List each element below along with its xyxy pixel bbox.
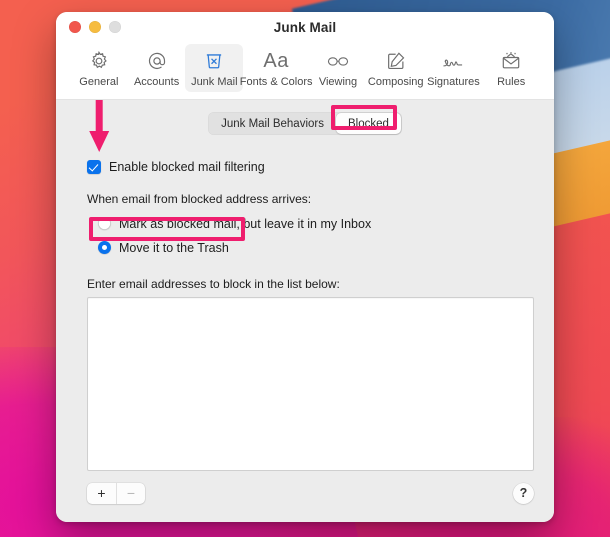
- gear-icon: [88, 48, 110, 74]
- toolbar-label-viewing: Viewing: [318, 76, 358, 88]
- at-sign-icon: [146, 48, 168, 74]
- blocked-addresses-list[interactable]: [87, 297, 534, 471]
- enable-blocked-mail-filtering-checkbox[interactable]: [87, 160, 101, 174]
- add-remove-button-group: + −: [87, 482, 145, 504]
- toolbar-item-accounts[interactable]: Accounts: [128, 44, 186, 92]
- window-title: Junk Mail: [273, 19, 337, 35]
- toolbar-label-composing: Composing: [367, 76, 424, 88]
- toolbar-label-rules: Rules: [497, 76, 526, 88]
- toolbar-item-junk-mail[interactable]: Junk Mail: [185, 44, 244, 92]
- toolbar-item-composing[interactable]: Composing: [367, 44, 425, 92]
- signature-icon: [440, 48, 466, 74]
- enable-blocked-mail-filtering-row[interactable]: Enable blocked mail filtering: [87, 160, 534, 174]
- envelope-rules-icon: [500, 48, 522, 74]
- tab-label-blocked: Blocked: [347, 117, 389, 130]
- remove-address-button[interactable]: −: [116, 482, 145, 504]
- move-to-trash-label: Move it to the Trash: [119, 240, 229, 255]
- tab-bar: Junk Mail Behaviors Blocked: [76, 100, 534, 135]
- junk-mail-preferences-window: Junk Mail General Accounts Junk Mail Aa …: [56, 12, 554, 522]
- toolbar-label-general: General: [79, 76, 119, 88]
- blocked-address-prompt: When email from blocked address arrives:: [87, 192, 312, 206]
- glasses-icon: [325, 48, 351, 74]
- enable-blocked-mail-filtering-label: Enable blocked mail filtering: [109, 160, 265, 174]
- toolbar-item-rules[interactable]: Rules: [482, 44, 540, 92]
- add-address-button[interactable]: +: [87, 483, 116, 504]
- segmented-tab-control: Junk Mail Behaviors Blocked: [208, 112, 402, 135]
- aa-icon: Aa: [263, 50, 289, 72]
- help-button[interactable]: ?: [513, 482, 534, 504]
- toolbar-label-signatures: Signatures: [427, 76, 480, 88]
- toolbar-item-viewing[interactable]: Viewing: [309, 44, 367, 92]
- blocked-list-label: Enter email addresses to block in the li…: [87, 277, 340, 291]
- move-to-trash-radio[interactable]: [98, 241, 111, 254]
- radio-row-mark-as-blocked[interactable]: Mark as blocked mail, but leave it in my…: [98, 213, 534, 234]
- window-titlebar: Junk Mail: [56, 12, 554, 42]
- toolbar-item-fonts-colors[interactable]: Aa Fonts & Colors: [240, 44, 313, 92]
- tab-junk-mail-behaviors[interactable]: Junk Mail Behaviors: [209, 113, 336, 134]
- preferences-toolbar: General Accounts Junk Mail Aa Fonts & Co…: [56, 42, 554, 100]
- trash-x-icon: [203, 48, 225, 74]
- toolbar-label-fonts-colors: Fonts & Colors: [239, 76, 313, 88]
- mark-as-blocked-label: Mark as blocked mail, but leave it in my…: [119, 216, 372, 231]
- preferences-content-pane: Junk Mail Behaviors Blocked Enable block…: [56, 100, 554, 522]
- toolbar-label-junk-mail: Junk Mail: [191, 76, 238, 88]
- radio-row-move-to-trash[interactable]: Move it to the Trash: [98, 237, 534, 258]
- tab-blocked[interactable]: Blocked: [335, 113, 401, 134]
- toolbar-item-general[interactable]: General: [70, 44, 128, 92]
- toolbar-item-signatures[interactable]: Signatures: [425, 44, 483, 92]
- mark-as-blocked-radio[interactable]: [98, 217, 111, 230]
- list-actions-bar: + − ?: [87, 481, 534, 505]
- desktop-wallpaper: Junk Mail General Accounts Junk Mail Aa …: [0, 0, 610, 537]
- pencil-square-icon: [385, 48, 407, 74]
- toolbar-label-accounts: Accounts: [133, 76, 180, 88]
- tab-label-junk-mail-behaviors: Junk Mail Behaviors: [221, 117, 324, 130]
